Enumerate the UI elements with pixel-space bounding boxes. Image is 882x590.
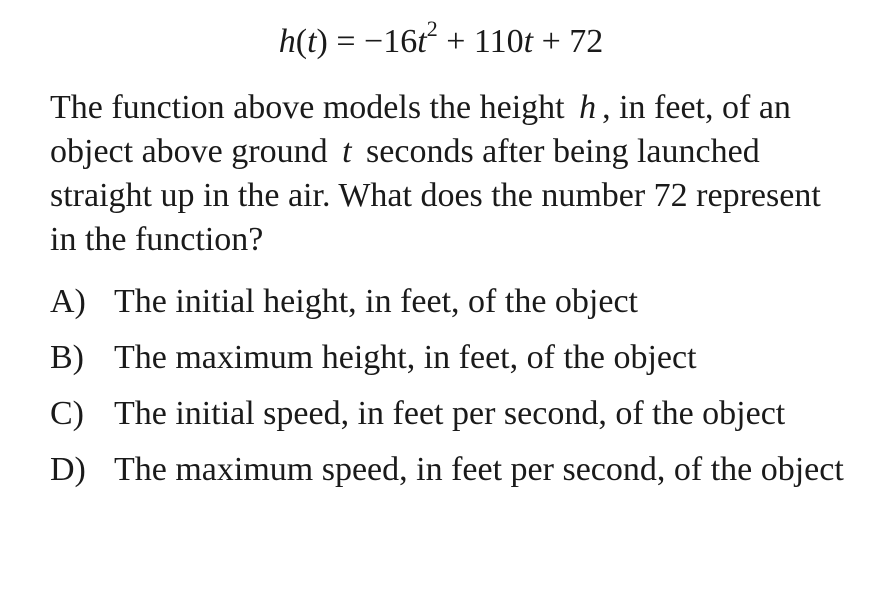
choice-letter: B) [50,339,84,376]
formula-variable-squared: t [417,23,427,60]
choice-d[interactable]: D) The maximum speed, in feet per second… [50,448,870,492]
choice-letter: D) [50,451,86,488]
choice-c[interactable]: C) The initial speed, in feet per second… [50,392,870,436]
formula-right-paren: ) [316,23,328,60]
formula-coefficient-a: −16 [364,23,418,60]
question-variable-t: t [342,133,352,170]
choice-b[interactable]: B) The maximum height, in feet, of the o… [50,336,870,380]
choice-text: The maximum height, in feet, of the obje… [114,339,697,376]
choice-text: The initial speed, in feet per second, o… [114,395,786,432]
formula-constant-term: + 72 [533,23,604,60]
question-variable-h: h [579,89,597,126]
question-page: h(t) = −16t2 + 110t + 72 The function ab… [0,0,882,590]
choice-text: The maximum speed, in feet per second, o… [114,451,844,488]
formula-function-name: h [278,23,296,60]
formula-term-b: + 110 [437,23,524,60]
formula-exponent: 2 [426,15,438,41]
function-formula: h(t) = −16t2 + 110t + 72 [0,17,882,64]
answer-choices: A) The initial height, in feet, of the o… [50,280,870,504]
formula-equals: = [327,23,365,60]
formula-variable: t [307,23,317,60]
choice-text: The initial height, in feet, of the obje… [114,283,638,320]
formula-variable-linear: t [523,23,534,60]
choice-letter: A) [50,283,86,320]
question-text-part1: The function above models the height [50,89,565,126]
formula-left-paren: ( [295,23,308,60]
question-stem: The function above models the height h, … [50,86,850,262]
choice-a[interactable]: A) The initial height, in feet, of the o… [50,280,870,324]
choice-letter: C) [50,395,84,432]
